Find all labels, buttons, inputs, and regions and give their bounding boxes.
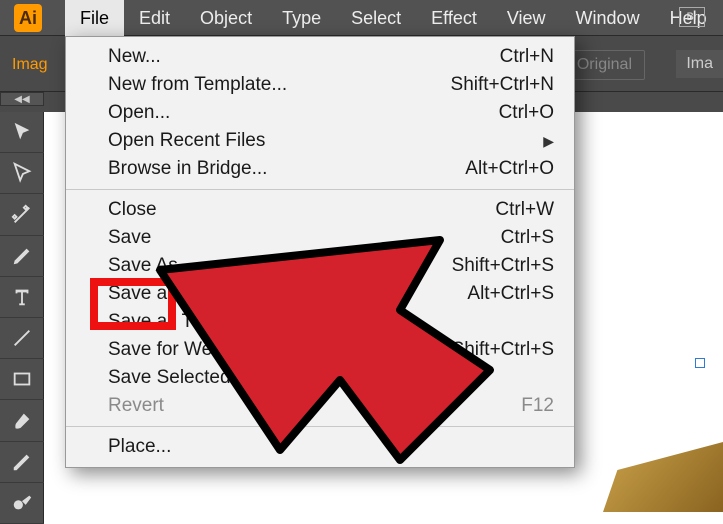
file-menu-new[interactable]: New... Ctrl+N — [66, 43, 574, 71]
bridge-icon[interactable]: Br — [679, 7, 705, 27]
magic-wand-tool[interactable] — [0, 194, 44, 235]
annotation-arrow — [150, 230, 510, 470]
image-trace-button[interactable]: Ima — [676, 50, 723, 78]
menu-edit[interactable]: Edit — [124, 0, 185, 36]
app-icon: Ai — [14, 4, 42, 32]
selection-tool[interactable] — [0, 112, 44, 153]
menu-separator — [66, 189, 574, 190]
menu-item-shortcut: Ctrl+O — [499, 102, 554, 124]
file-menu-close[interactable]: Close Ctrl+W — [66, 196, 574, 224]
file-menu-open-recent-files[interactable]: Open Recent Files ▶ — [66, 127, 574, 155]
menu-item-label: New... — [108, 46, 161, 68]
pencil-tool[interactable] — [0, 442, 44, 483]
tools-panel — [0, 112, 44, 524]
menu-type[interactable]: Type — [267, 0, 336, 36]
menu-object[interactable]: Object — [185, 0, 267, 36]
menu-item-shortcut: Ctrl+N — [500, 46, 554, 68]
document-tab[interactable]: Imag — [12, 56, 48, 74]
menu-select[interactable]: Select — [336, 0, 416, 36]
menu-item-label: Save — [108, 227, 151, 249]
type-tool[interactable] — [0, 277, 44, 318]
file-menu-open[interactable]: Open... Ctrl+O — [66, 99, 574, 127]
file-menu-browse-in-bridge[interactable]: Browse in Bridge... Alt+Ctrl+O — [66, 155, 574, 183]
menu-item-shortcut: ▶ — [543, 130, 554, 152]
blob-brush-tool[interactable] — [0, 483, 44, 524]
selection-handle[interactable] — [695, 358, 705, 368]
menu-window[interactable]: Window — [561, 0, 655, 36]
submenu-arrow-icon: ▶ — [543, 133, 554, 149]
menu-view[interactable]: View — [492, 0, 561, 36]
menu-file[interactable]: File — [65, 0, 124, 36]
artwork-shape — [603, 442, 723, 512]
menu-item-shortcut: Shift+Ctrl+N — [451, 74, 554, 96]
panel-collapse-button[interactable]: ◀◀ — [0, 92, 44, 106]
paintbrush-tool[interactable] — [0, 400, 44, 441]
pen-tool[interactable] — [0, 236, 44, 277]
menu-item-label: Open... — [108, 102, 170, 124]
menu-item-label: Close — [108, 199, 157, 221]
direct-selection-tool[interactable] — [0, 153, 44, 194]
menu-item-label: New from Template... — [108, 74, 287, 96]
file-menu-new-from-template[interactable]: New from Template... Shift+Ctrl+N — [66, 71, 574, 99]
menu-item-shortcut: Ctrl+W — [495, 199, 554, 221]
line-tool[interactable] — [0, 318, 44, 359]
menu-effect[interactable]: Effect — [416, 0, 492, 36]
rectangle-tool[interactable] — [0, 359, 44, 400]
menu-item-label: Open Recent Files — [108, 130, 265, 152]
menubar: Ai FileEditObjectTypeSelectEffectViewWin… — [0, 0, 723, 36]
menu-item-label: Browse in Bridge... — [108, 158, 267, 180]
menu-item-shortcut: Alt+Ctrl+O — [465, 158, 554, 180]
menu-item-shortcut: F12 — [521, 395, 554, 417]
